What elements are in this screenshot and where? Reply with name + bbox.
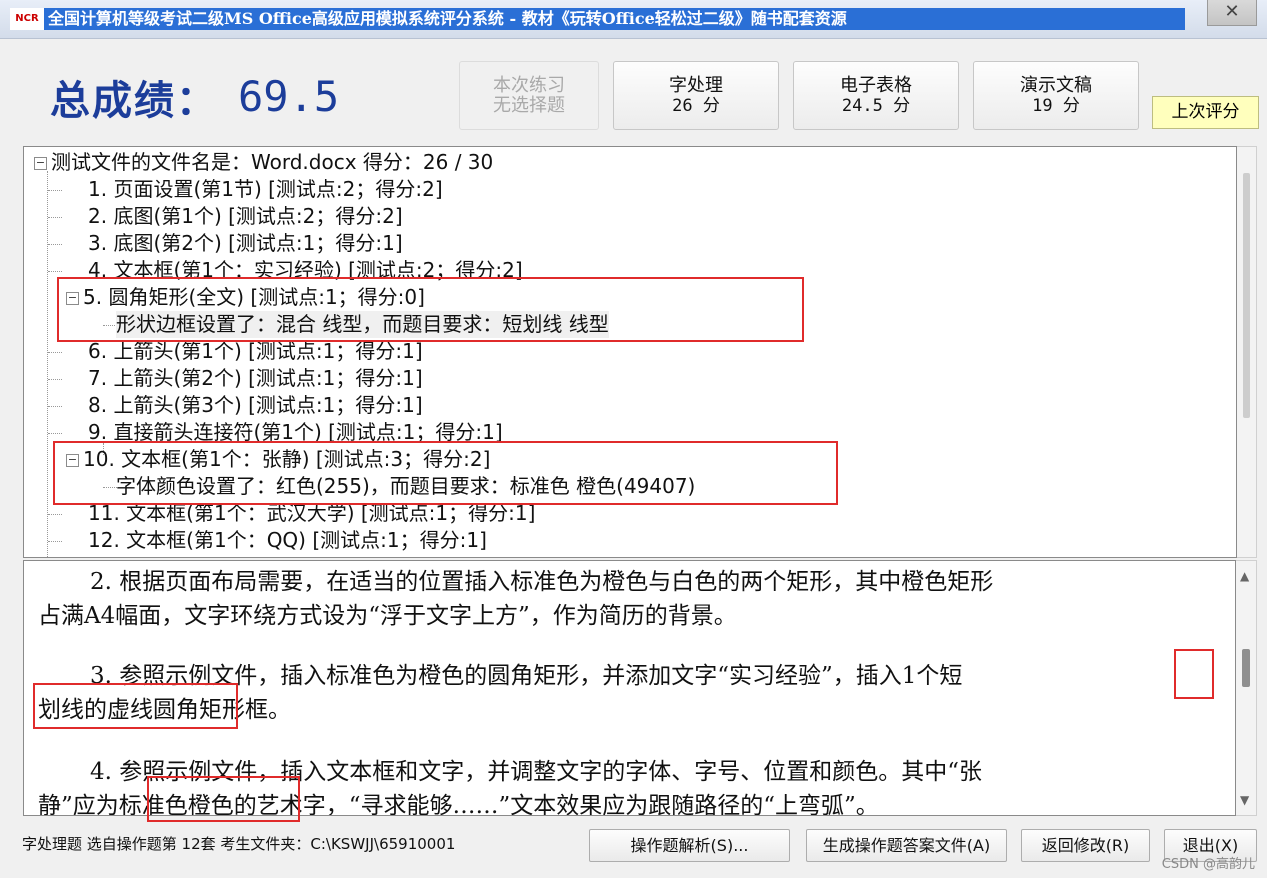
tree-guide-line	[48, 514, 62, 515]
tree-item[interactable]: 6. 上箭头(第1个) [测试点:1；得分:1]	[88, 338, 423, 365]
highlight-box	[1174, 649, 1214, 699]
tree-guide-line	[48, 433, 62, 434]
tree-guide-line	[48, 379, 62, 380]
practice-choice-line2: 无选择题	[493, 95, 565, 116]
tree-root[interactable]: − 测试文件的文件名是：Word.docx 得分：26 / 30	[34, 149, 493, 176]
word-score-value: 26 分	[672, 96, 720, 116]
tree-guide-line	[48, 406, 62, 407]
tree-scrollbar-thumb[interactable]	[1243, 173, 1250, 418]
tree-item-label: 12. 文本框(第1个：QQ) [测试点:1；得分:1]	[88, 528, 487, 552]
tree-item-label: 7. 上箭头(第2个) [测试点:1；得分:1]	[88, 366, 423, 390]
generate-answer-button[interactable]: 生成操作题答案文件(A)	[806, 829, 1007, 862]
tree-scrollbar[interactable]	[1237, 146, 1257, 558]
question-paragraph: 占满A4幅面，文字环绕方式设为“浮于文字上方”，作为简历的背景。	[38, 603, 737, 629]
watermark: CSDN @高韵儿	[1161, 857, 1255, 872]
previous-score-button[interactable]: 上次评分	[1152, 96, 1259, 129]
tree-item-label: 6. 上箭头(第1个) [测试点:1；得分:1]	[88, 339, 423, 363]
tree-guide-line	[48, 271, 62, 272]
practice-choice-button: 本次练习 无选择题	[459, 61, 599, 130]
excel-score-title: 电子表格	[840, 75, 912, 96]
word-score-button[interactable]: 字处理 26 分	[613, 61, 779, 130]
close-button[interactable]: ✕	[1207, 0, 1257, 26]
collapse-icon[interactable]: −	[34, 157, 47, 170]
highlight-box	[33, 683, 238, 729]
tree-guide-line	[48, 244, 62, 245]
scroll-up-icon[interactable]: ▲	[1240, 569, 1249, 583]
tree-item[interactable]: 3. 底图(第2个) [测试点:1；得分:1]	[88, 230, 403, 257]
scroll-down-icon[interactable]: ▼	[1240, 793, 1249, 807]
highlight-box	[57, 277, 804, 342]
title-bar: 全国计算机等级考试二级MS Office高级应用模拟系统评分系统 - 教材《玩转…	[0, 0, 1267, 39]
practice-choice-line1: 本次练习	[493, 75, 565, 96]
tree-item-label: 1. 页面设置(第1节) [测试点:2；得分:2]	[88, 177, 443, 201]
description-scrollbar[interactable]: ▲ ▼	[1236, 560, 1257, 816]
tree-guide-line	[48, 190, 62, 191]
tree-item-label: 8. 上箭头(第3个) [测试点:1；得分:1]	[88, 393, 423, 417]
window-title: 全国计算机等级考试二级MS Office高级应用模拟系统评分系统 - 教材《玩转…	[10, 8, 1185, 30]
tree-guide-line	[48, 352, 62, 353]
tree-item-label: 2. 底图(第1个) [测试点:2；得分:2]	[88, 204, 403, 228]
ppt-score-title: 演示文稿	[1020, 75, 1092, 96]
ppt-score-value: 19 分	[1032, 96, 1080, 116]
excel-score-button[interactable]: 电子表格 24.5 分	[793, 61, 959, 130]
total-score-label: 总成绩：	[50, 77, 218, 124]
tree-guide-line	[48, 541, 62, 542]
excel-score-value: 24.5 分	[841, 96, 911, 116]
tree-item[interactable]: 12. 文本框(第1个：QQ) [测试点:1；得分:1]	[88, 527, 487, 554]
tree-item[interactable]: 7. 上箭头(第2个) [测试点:1；得分:1]	[88, 365, 423, 392]
tree-item[interactable]: 8. 上箭头(第3个) [测试点:1；得分:1]	[88, 392, 423, 419]
description-scrollbar-thumb[interactable]	[1242, 649, 1250, 687]
ppt-score-button[interactable]: 演示文稿 19 分	[973, 61, 1139, 130]
highlight-box	[53, 441, 838, 505]
total-score-value: 69.5	[238, 72, 340, 121]
tree-guide-line	[48, 217, 62, 218]
question-paragraph: 2. 根据页面布局需要，在适当的位置插入标准色为橙色与白色的两个矩形，其中橙色矩…	[90, 569, 994, 595]
app-logo-icon: NCR	[10, 8, 44, 30]
tree-item-label: 3. 底图(第2个) [测试点:1；得分:1]	[88, 231, 403, 255]
tree-root-label: 测试文件的文件名是：Word.docx 得分：26 / 30	[51, 150, 494, 174]
status-text: 字处理题 选自操作题第 12套 考生文件夹：C:\KSWJJ\65910001	[22, 835, 456, 853]
tree-guide-line	[47, 171, 48, 557]
back-modify-button[interactable]: 返回修改(R)	[1021, 829, 1150, 862]
word-score-title: 字处理	[669, 75, 723, 96]
analysis-button[interactable]: 操作题解析(S)...	[589, 829, 790, 862]
tree-item[interactable]: 2. 底图(第1个) [测试点:2；得分:2]	[88, 203, 403, 230]
tree-item[interactable]: 1. 页面设置(第1节) [测试点:2；得分:2]	[88, 176, 443, 203]
highlight-box	[147, 776, 300, 822]
